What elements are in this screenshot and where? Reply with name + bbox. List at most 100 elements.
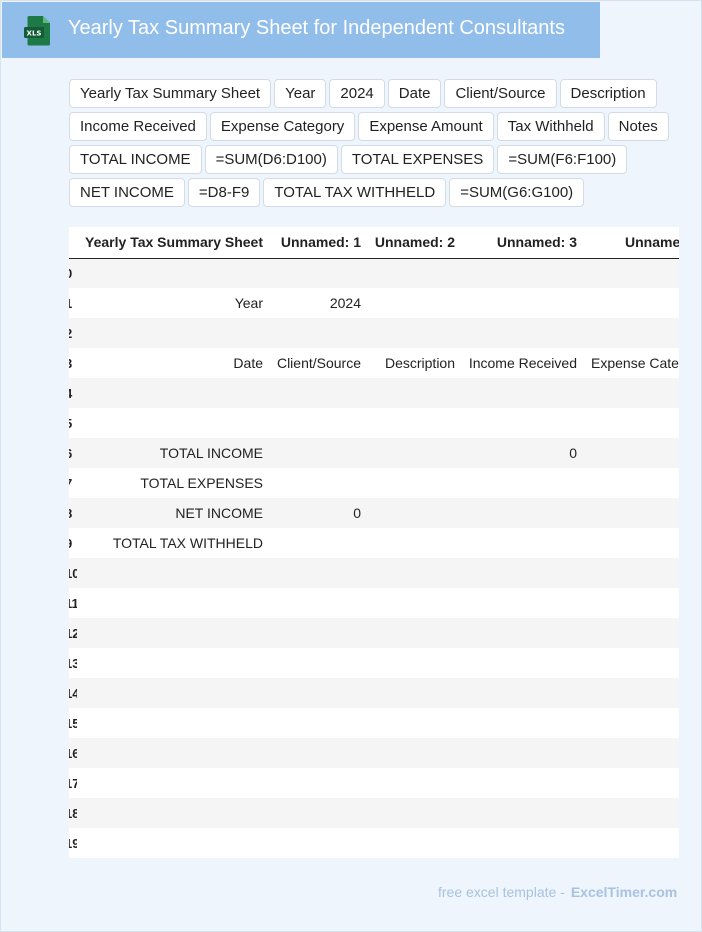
table-cell[interactable]	[77, 318, 269, 348]
chip-item[interactable]: Expense Category	[209, 112, 356, 141]
chip-item[interactable]: Client/Source	[444, 79, 557, 108]
table-cell[interactable]	[367, 798, 461, 828]
table-cell[interactable]	[583, 318, 679, 348]
table-cell[interactable]	[367, 468, 461, 498]
table-cell[interactable]	[367, 618, 461, 648]
table-cell[interactable]	[269, 318, 367, 348]
table-cell[interactable]	[583, 588, 679, 618]
table-cell[interactable]	[461, 528, 583, 558]
table-cell[interactable]	[77, 738, 269, 768]
table-cell[interactable]	[461, 588, 583, 618]
column-header[interactable]: Unnamed: 1	[269, 227, 367, 259]
table-cell[interactable]	[367, 648, 461, 678]
table-cell[interactable]	[77, 678, 269, 708]
chip-item[interactable]: Tax Withheld	[496, 112, 605, 141]
table-cell[interactable]	[461, 618, 583, 648]
table-cell[interactable]	[269, 408, 367, 438]
table-cell[interactable]	[77, 378, 269, 408]
chip-item[interactable]: Date	[387, 79, 442, 108]
table-cell[interactable]	[367, 828, 461, 858]
table-cell[interactable]: Description	[367, 348, 461, 378]
chip-item[interactable]: Income Received	[69, 112, 207, 141]
chip-item[interactable]: Description	[559, 79, 657, 108]
table-cell[interactable]	[269, 798, 367, 828]
table-cell[interactable]	[461, 678, 583, 708]
table-cell[interactable]	[77, 648, 269, 678]
table-cell[interactable]	[583, 528, 679, 558]
table-cell[interactable]	[77, 798, 269, 828]
chip-item[interactable]: =SUM(F6:F100)	[497, 145, 628, 174]
table-cell[interactable]	[461, 648, 583, 678]
table-cell[interactable]	[367, 528, 461, 558]
table-cell[interactable]	[269, 468, 367, 498]
table-cell[interactable]	[367, 258, 461, 288]
table-cell[interactable]	[583, 648, 679, 678]
table-cell[interactable]	[367, 768, 461, 798]
table-cell[interactable]	[367, 288, 461, 318]
chip-item[interactable]: Notes	[607, 112, 669, 141]
table-cell[interactable]	[269, 708, 367, 738]
table-cell[interactable]: Income Received	[461, 348, 583, 378]
data-table-container[interactable]: Yearly Tax Summary Sheet Unnamed: 1 Unname…	[69, 227, 679, 858]
table-cell[interactable]	[461, 768, 583, 798]
chip-item[interactable]: =SUM(G6:G100)	[449, 178, 585, 207]
table-cell[interactable]	[269, 528, 367, 558]
chip-item[interactable]: NET INCOME	[69, 178, 185, 207]
table-cell[interactable]: Year	[77, 288, 269, 318]
table-cell[interactable]	[583, 828, 679, 858]
chip-item[interactable]: =D8-F9	[187, 178, 261, 207]
table-cell[interactable]	[269, 678, 367, 708]
table-cell[interactable]	[461, 408, 583, 438]
chip-item[interactable]: Expense Amount	[358, 112, 494, 141]
index-header[interactable]	[69, 227, 77, 259]
table-cell[interactable]	[583, 618, 679, 648]
table-cell[interactable]	[367, 678, 461, 708]
table-cell[interactable]	[583, 468, 679, 498]
table-cell[interactable]	[269, 648, 367, 678]
table-cell[interactable]	[77, 768, 269, 798]
chip-item[interactable]: 2024	[329, 79, 385, 108]
chip-item[interactable]: Yearly Tax Summary Sheet	[69, 79, 272, 108]
column-header[interactable]: Unnamed: 2	[367, 227, 461, 259]
table-cell[interactable]	[269, 258, 367, 288]
table-cell[interactable]: 2024	[269, 288, 367, 318]
table-cell[interactable]: Client/Source	[269, 348, 367, 378]
table-cell[interactable]	[583, 258, 679, 288]
table-cell[interactable]: 0	[269, 498, 367, 528]
table-cell[interactable]	[77, 408, 269, 438]
table-cell[interactable]	[269, 618, 367, 648]
table-cell[interactable]	[269, 588, 367, 618]
table-cell[interactable]	[269, 738, 367, 768]
table-cell[interactable]	[583, 558, 679, 588]
table-cell[interactable]	[461, 498, 583, 528]
table-cell[interactable]	[461, 558, 583, 588]
table-cell[interactable]	[461, 798, 583, 828]
table-cell[interactable]: TOTAL EXPENSES	[77, 468, 269, 498]
table-cell[interactable]	[367, 588, 461, 618]
table-cell[interactable]	[583, 678, 679, 708]
table-cell[interactable]	[77, 828, 269, 858]
table-cell[interactable]	[77, 558, 269, 588]
table-cell[interactable]: Expense Category	[583, 348, 679, 378]
table-cell[interactable]	[77, 588, 269, 618]
table-cell[interactable]	[367, 378, 461, 408]
table-cell[interactable]	[269, 768, 367, 798]
column-header[interactable]: Unnamed: 3	[461, 227, 583, 259]
table-cell[interactable]	[461, 738, 583, 768]
chip-item[interactable]: =SUM(D6:D100)	[204, 145, 338, 174]
table-cell[interactable]: 0	[461, 438, 583, 468]
table-cell[interactable]	[583, 288, 679, 318]
table-cell[interactable]	[367, 498, 461, 528]
table-cell[interactable]	[269, 828, 367, 858]
table-cell[interactable]	[583, 738, 679, 768]
column-header[interactable]: Unnamed: 4	[583, 227, 679, 259]
table-cell[interactable]	[367, 738, 461, 768]
table-cell[interactable]	[583, 498, 679, 528]
table-cell[interactable]: Date	[77, 348, 269, 378]
table-cell[interactable]	[367, 408, 461, 438]
table-cell[interactable]	[583, 408, 679, 438]
table-cell[interactable]	[583, 378, 679, 408]
chip-item[interactable]: TOTAL EXPENSES	[340, 145, 495, 174]
table-cell[interactable]	[583, 768, 679, 798]
table-cell[interactable]	[367, 318, 461, 348]
